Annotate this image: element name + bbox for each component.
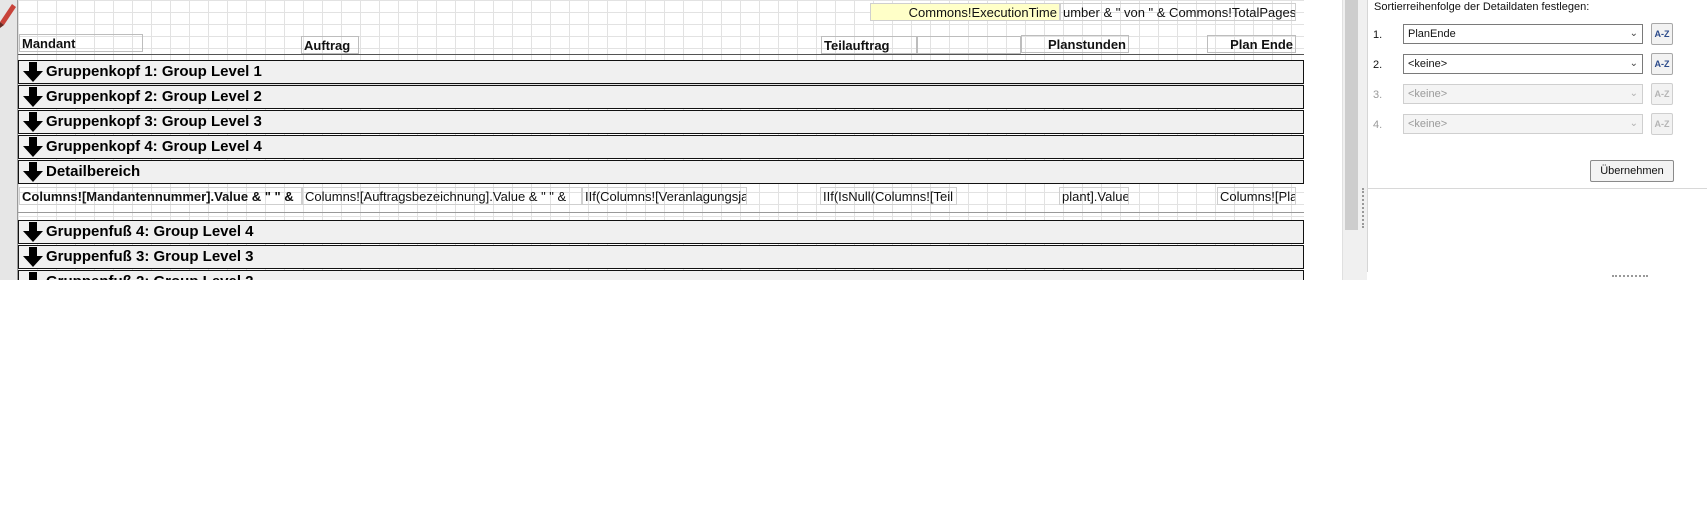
select-value: <keine> (1408, 88, 1448, 100)
arrow-down-icon (29, 272, 37, 280)
sort-select-3: <keine> ⌄ (1403, 84, 1643, 104)
select-value: PlanEnde (1408, 28, 1456, 40)
band-group-header-2[interactable]: Gruppenkopf 2: Group Level 2 (18, 85, 1304, 109)
panel-divider (1367, 188, 1707, 189)
select-value: <keine> (1408, 58, 1448, 70)
select-value: <keine> (1408, 118, 1448, 130)
header-separator (18, 54, 1304, 55)
sort-az-button-3: A-Z (1651, 83, 1673, 105)
arrow-down-icon (23, 247, 43, 267)
detail-field-mandant[interactable]: Columns![Mandantennummer].Value & " " & (19, 187, 302, 205)
band-group-footer-3[interactable]: Gruppenfuß 3: Group Level 3 (18, 245, 1304, 269)
band-label: Gruppenfuß 2: Group Level 2 (46, 271, 254, 280)
canvas-margin (1304, 0, 1342, 280)
detail-field-geplant[interactable]: plant].Value (1059, 187, 1129, 205)
vertical-scrollbar[interactable] (1342, 0, 1360, 280)
empty-header-field[interactable] (917, 36, 1021, 54)
band-label: Gruppenkopf 2: Group Level 2 (46, 88, 262, 105)
column-header-teilauftrag[interactable]: Teilauftrag (821, 36, 917, 54)
chevron-down-icon: ⌄ (1629, 28, 1638, 39)
band-group-footer-4[interactable]: Gruppenfuß 4: Group Level 4 (18, 220, 1304, 244)
sort-row-number: 4. (1373, 119, 1383, 131)
sort-select-1[interactable]: PlanEnde ⌄ (1403, 24, 1643, 44)
sort-row-number: 3. (1373, 89, 1383, 101)
pencil-icon (0, 4, 16, 28)
scrollbar-thumb[interactable] (1345, 0, 1358, 230)
sort-az-button-4: A-Z (1651, 113, 1673, 135)
resize-grip-icon[interactable] (1612, 275, 1648, 279)
band-group-header-3[interactable]: Gruppenkopf 3: Group Level 3 (18, 110, 1304, 134)
band-label: Gruppenkopf 1: Group Level 1 (46, 63, 262, 80)
band-label: Gruppenkopf 4: Group Level 4 (46, 138, 262, 155)
sort-row-number: 1. (1373, 29, 1383, 41)
band-label: Gruppenkopf 3: Group Level 3 (46, 113, 262, 130)
apply-button[interactable]: Übernehmen (1590, 160, 1674, 182)
report-designer: Commons!ExecutionTime umber & " von " & … (0, 0, 1707, 280)
detail-field-veranlagung[interactable]: IIf(Columns![Veranlagungsja (582, 187, 747, 205)
band-group-header-1[interactable]: Gruppenkopf 1: Group Level 1 (18, 60, 1304, 84)
band-label: Gruppenfuß 3: Group Level 3 (46, 248, 254, 265)
column-header-auftrag[interactable]: Auftrag (301, 36, 359, 54)
sort-az-button-1[interactable]: A-Z (1651, 23, 1673, 45)
arrow-down-icon (23, 137, 43, 157)
splitter-grip-icon[interactable] (1362, 188, 1366, 228)
detail-field-plan[interactable]: Columns![Pla (1217, 187, 1296, 205)
chevron-down-icon: ⌄ (1629, 118, 1638, 129)
arrow-down-icon (23, 62, 43, 82)
chevron-down-icon: ⌄ (1629, 58, 1638, 69)
sort-row-number: 2. (1373, 59, 1383, 71)
sort-panel-title: Sortierreihenfolge der Detaildaten festl… (1374, 1, 1590, 13)
column-header-planstunden[interactable]: Planstunden (1021, 35, 1129, 53)
arrow-down-icon (23, 162, 43, 182)
band-label: Detailbereich (46, 163, 141, 180)
sort-az-button-2[interactable]: A-Z (1651, 53, 1673, 75)
arrow-down-icon (23, 87, 43, 107)
band-group-header-4[interactable]: Gruppenkopf 4: Group Level 4 (18, 135, 1304, 159)
execution-time-field[interactable]: Commons!ExecutionTime (870, 3, 1060, 21)
sort-select-2[interactable]: <keine> ⌄ (1403, 54, 1643, 74)
band-group-footer-2[interactable]: Gruppenfuß 2: Group Level 2 (18, 270, 1304, 280)
panel-splitter[interactable] (1359, 0, 1367, 280)
detail-field-auftrag[interactable]: Columns![Auftragsbezeichnung].Value & " … (302, 187, 582, 205)
sort-select-4: <keine> ⌄ (1403, 114, 1643, 134)
band-label: Gruppenfuß 4: Group Level 4 (46, 223, 254, 240)
detail-separator (18, 212, 1304, 213)
page-number-field[interactable]: umber & " von " & Commons!TotalPages (1060, 3, 1296, 21)
vertical-ruler (0, 0, 18, 280)
chevron-down-icon: ⌄ (1629, 88, 1638, 99)
band-detail[interactable]: Detailbereich (18, 160, 1304, 184)
column-header-plan-ende[interactable]: Plan Ende (1207, 35, 1296, 53)
arrow-down-icon (23, 112, 43, 132)
column-header-mandant[interactable]: Mandant (19, 34, 143, 52)
arrow-down-icon (23, 222, 43, 242)
detail-field-teil[interactable]: IIf(IsNull(Columns![Teil (820, 187, 957, 205)
